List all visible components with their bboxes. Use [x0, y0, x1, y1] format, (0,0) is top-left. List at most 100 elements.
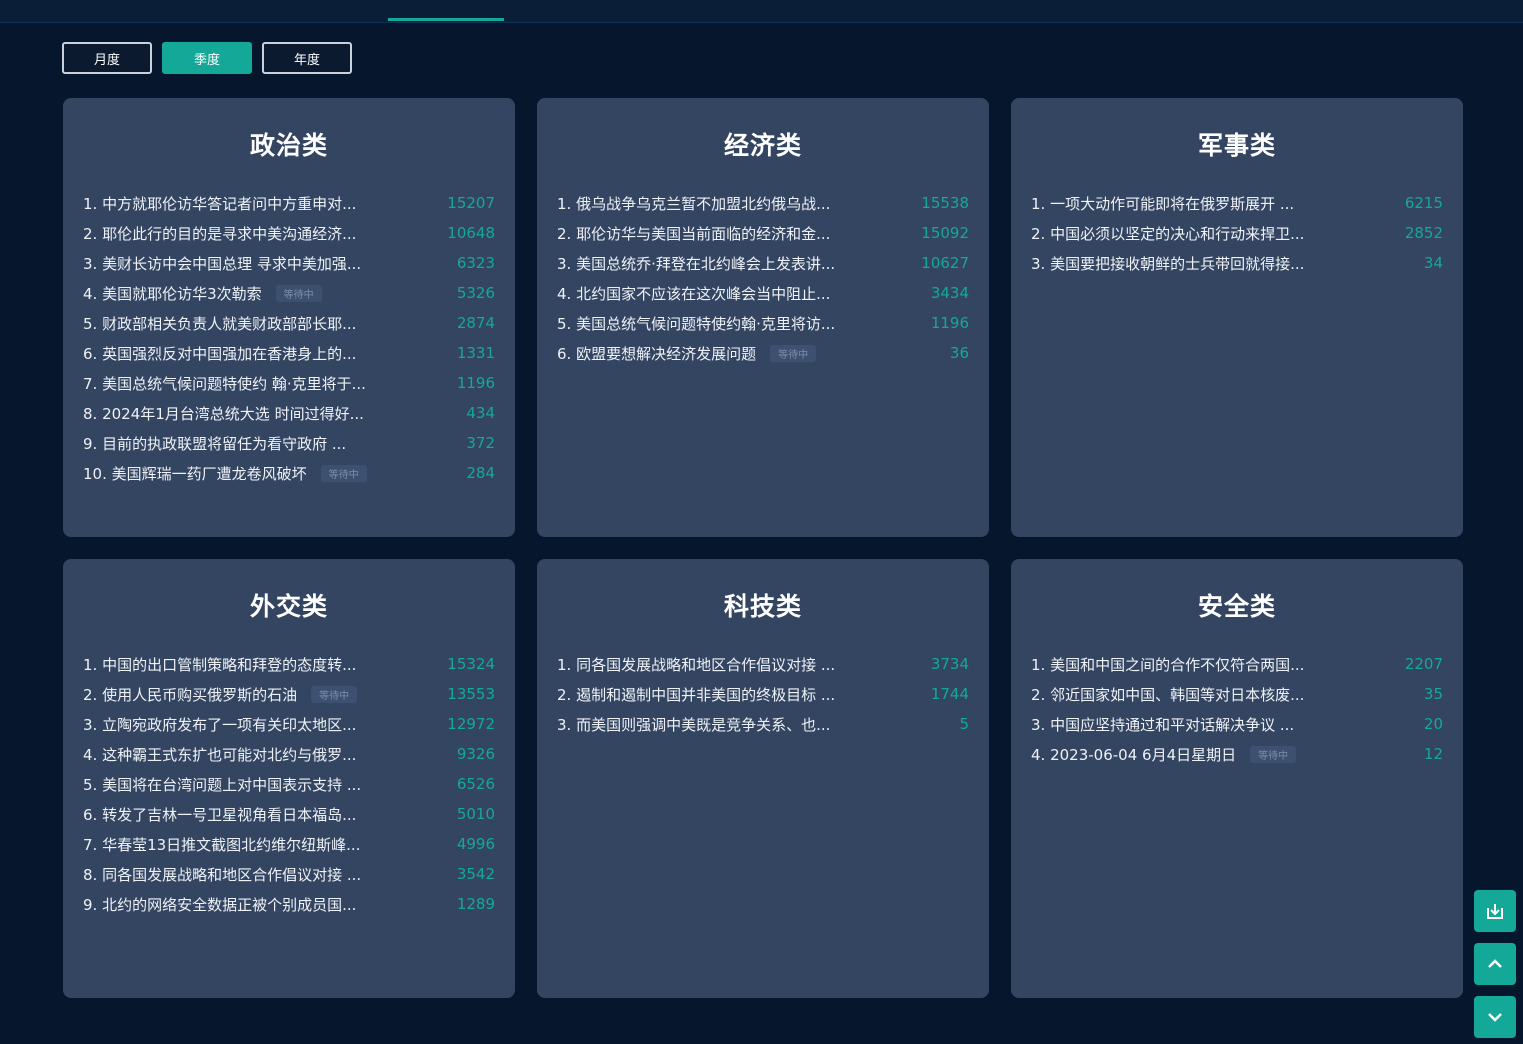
topic-item[interactable]: 2. 耶伦访华与美国当前面临的经济和金... 15092: [557, 218, 969, 248]
topic-count: 12972: [447, 715, 495, 733]
topic-item[interactable]: 1. 美国和中国之间的合作不仅符合两国... 2207: [1031, 649, 1443, 679]
topic-title: 2. 耶伦访华与美国当前面临的经济和金...: [557, 224, 831, 243]
topic-item[interactable]: 5. 财政部相关负责人就美财政部部长耶... 2874: [83, 308, 495, 338]
topic-title: 1. 一项大动作可能即将在俄罗斯展开 ...: [1031, 194, 1295, 213]
topic-item[interactable]: 4. 2023-06-04 6月4日星期日 等待中 12: [1031, 739, 1443, 769]
topic-item[interactable]: 6. 欧盟要想解决经济发展问题 等待中 36: [557, 338, 969, 368]
category-title: 科技类: [723, 592, 802, 621]
topic-item[interactable]: 6. 英国强烈反对中国强加在香港身上的... 1331: [83, 338, 495, 368]
topic-count: 284: [466, 464, 495, 482]
topic-item[interactable]: 3. 中国应坚持通过和平对话解决争议 ... 20: [1031, 709, 1443, 739]
topic-count: 3542: [456, 865, 495, 883]
chevron-down-icon: [1488, 1013, 1502, 1022]
topic-count: 5: [959, 715, 969, 733]
topic-item[interactable]: 4. 这种霸王式东扩也可能对北约与俄罗... 9326: [83, 739, 495, 769]
topic-item[interactable]: 1. 中国的出口管制策略和拜登的态度转... 15324: [83, 649, 495, 679]
topic-title: 2. 耶伦此行的目的是寻求中美沟通经济...: [83, 224, 357, 243]
tab-yearly[interactable]: 年度: [262, 42, 352, 74]
topic-item[interactable]: 2. 中国必须以坚定的决心和行动来捍卫... 2852: [1031, 218, 1443, 248]
topic-count: 34: [1423, 254, 1443, 272]
topic-item[interactable]: 2. 使用人民币购买俄罗斯的石油 等待中 13553: [83, 679, 495, 709]
topic-item[interactable]: 2. 遏制和遏制中国并非美国的终极目标 ... 1744: [557, 679, 969, 709]
topic-count: 1331: [456, 344, 495, 362]
scroll-up-button[interactable]: [1474, 943, 1516, 985]
topic-item[interactable]: 1. 中方就耶伦访华答记者问中方重申对... 15207: [83, 188, 495, 218]
download-button[interactable]: [1474, 890, 1516, 932]
category-title: 军事类: [1197, 131, 1276, 160]
status-badge: 等待中: [311, 685, 358, 703]
topic-count: 9326: [456, 745, 495, 763]
topic-count: 15207: [447, 194, 495, 212]
topic-count: 372: [466, 434, 495, 452]
topic-item[interactable]: 1. 一项大动作可能即将在俄罗斯展开 ... 6215: [1031, 188, 1443, 218]
topic-item[interactable]: 9. 北约的网络安全数据正被个别成员国... 1289: [83, 889, 495, 919]
topic-title: 3. 美国总统乔·拜登在北约峰会上发表讲...: [557, 254, 836, 273]
category-card: 科技类 1. 同各国发展战略和地区合作倡议对接 ... 3734 2. 遏制和遏制中国…: [537, 559, 989, 998]
topic-title: 1. 中方就耶伦访华答记者问中方重申对...: [83, 194, 357, 213]
topic-count: 4996: [456, 835, 495, 853]
topic-list: 1. 同各国发展战略和地区合作倡议对接 ... 3734 2. 遏制和遏制中国并非美…: [557, 649, 969, 739]
topic-count: 15092: [921, 224, 969, 242]
topic-count: 6323: [456, 254, 495, 272]
topic-title: 6. 欧盟要想解决经济发展问题: [557, 344, 757, 363]
topic-title: 8. 同各国发展战略和地区合作倡议对接 ...: [83, 865, 362, 884]
topic-item[interactable]: 3. 美财长访中会中国总理 寻求中美加强... 6323: [83, 248, 495, 278]
topic-item[interactable]: 3. 美国要把接收朝鲜的士兵带回就得接... 34: [1031, 248, 1443, 278]
topic-count: 3734: [930, 655, 969, 673]
topic-item[interactable]: 1. 俄乌战争乌克兰暂不加盟北约俄乌战... 15538: [557, 188, 969, 218]
scroll-down-button[interactable]: [1474, 996, 1516, 1038]
topic-title: 5. 美国将在台湾问题上对中国表示支持 ...: [83, 775, 362, 794]
topic-title: 2. 使用人民币购买俄罗斯的石油: [83, 685, 298, 704]
category-card: 政治类 1. 中方就耶伦访华答记者问中方重申对... 15207 2. 耶伦此行的目的…: [63, 98, 515, 537]
topic-title: 3. 美国要把接收朝鲜的士兵带回就得接...: [1031, 254, 1305, 273]
topic-item[interactable]: 10. 美国辉瑞一药厂遭龙卷风破坏 等待中 284: [83, 458, 495, 488]
status-badge: 等待中: [1250, 745, 1297, 763]
topic-item[interactable]: 3. 而美国则强调中美既是竞争关系、也... 5: [557, 709, 969, 739]
topic-item[interactable]: 4. 美国就耶伦访华3次勒索 等待中 5326: [83, 278, 495, 308]
topic-count: 2207: [1404, 655, 1443, 673]
topic-item[interactable]: 2. 耶伦此行的目的是寻求中美沟通经济... 10648: [83, 218, 495, 248]
chevron-up-icon: [1488, 959, 1502, 968]
topic-item[interactable]: 9. 目前的执政联盟将留任为看守政府 ... 372: [83, 428, 495, 458]
status-badge: 等待中: [770, 344, 817, 362]
topic-item[interactable]: 8. 同各国发展战略和地区合作倡议对接 ... 3542: [83, 859, 495, 889]
category-title: 经济类: [723, 131, 802, 160]
category-title: 安全类: [1197, 592, 1276, 621]
topic-title: 7. 美国总统气候问题特使约 翰·克里将于...: [83, 374, 366, 393]
topic-item[interactable]: 1. 同各国发展战略和地区合作倡议对接 ... 3734: [557, 649, 969, 679]
topic-count: 434: [466, 404, 495, 422]
topic-title: 1. 美国和中国之间的合作不仅符合两国...: [1031, 655, 1305, 674]
topic-count: 1196: [930, 314, 969, 332]
topic-count: 1196: [456, 374, 495, 392]
topic-count: 13553: [447, 685, 495, 703]
topic-title: 4. 北约国家不应该在这次峰会当中阻止...: [557, 284, 831, 303]
topic-item[interactable]: 2. 邻近国家如中国、韩国等对日本核废... 35: [1031, 679, 1443, 709]
topic-item[interactable]: 7. 华春莹13日推文截图北约维尔纽斯峰... 4996: [83, 829, 495, 859]
topic-item[interactable]: 3. 美国总统乔·拜登在北约峰会上发表讲... 10627: [557, 248, 969, 278]
topic-item[interactable]: 6. 转发了吉林一号卫星视角看日本福岛... 5010: [83, 799, 495, 829]
tab-quarterly[interactable]: 季度: [162, 42, 252, 74]
category-cards-grid: 政治类 1. 中方就耶伦访华答记者问中方重申对... 15207 2. 耶伦此行的目的…: [63, 98, 1463, 998]
topic-list: 1. 中国的出口管制策略和拜登的态度转... 15324 2. 使用人民币购买俄罗斯…: [83, 649, 495, 919]
topic-count: 15538: [921, 194, 969, 212]
topic-item[interactable]: 5. 美国总统气候问题特使约翰·克里将访... 1196: [557, 308, 969, 338]
top-navigation-bar: [0, 0, 1523, 23]
topic-title: 8. 2024年1月台湾总统大选 时间过得好...: [83, 404, 364, 423]
topic-count: 2874: [456, 314, 495, 332]
topic-count: 10648: [447, 224, 495, 242]
topic-title: 3. 美财长访中会中国总理 寻求中美加强...: [83, 254, 362, 273]
topic-item[interactable]: 4. 北约国家不应该在这次峰会当中阻止... 3434: [557, 278, 969, 308]
topic-item[interactable]: 5. 美国将在台湾问题上对中国表示支持 ... 6526: [83, 769, 495, 799]
tab-monthly[interactable]: 月度: [62, 42, 152, 74]
status-badge: 等待中: [275, 284, 322, 302]
topic-item[interactable]: 7. 美国总统气候问题特使约 翰·克里将于... 1196: [83, 368, 495, 398]
topic-count: 12: [1423, 745, 1443, 763]
topic-count: 15324: [447, 655, 495, 673]
topic-title: 5. 美国总统气候问题特使约翰·克里将访...: [557, 314, 836, 333]
topic-title: 4. 这种霸王式东扩也可能对北约与俄罗...: [83, 745, 357, 764]
topic-count: 5010: [456, 805, 495, 823]
topic-item[interactable]: 3. 立陶宛政府发布了一项有关印太地区... 12972: [83, 709, 495, 739]
topic-item[interactable]: 8. 2024年1月台湾总统大选 时间过得好... 434: [83, 398, 495, 428]
active-tab-indicator: [388, 18, 504, 21]
topic-count: 1744: [930, 685, 969, 703]
